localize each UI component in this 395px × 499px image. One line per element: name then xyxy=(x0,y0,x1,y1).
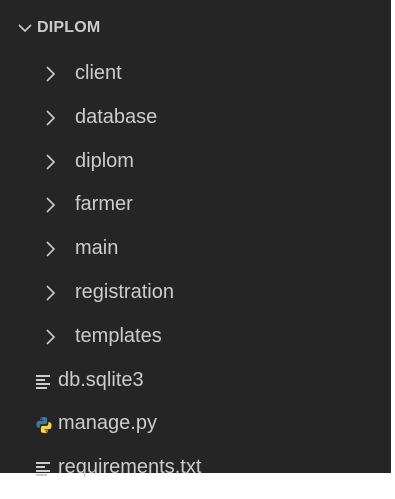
text-file-icon xyxy=(35,373,51,391)
file-db-sqlite3[interactable]: db.sqlite3 xyxy=(0,360,391,404)
folder-client[interactable]: client xyxy=(0,53,391,97)
folder-diplom[interactable]: diplom xyxy=(0,141,391,185)
python-file-icon xyxy=(35,416,52,434)
chevron-right-icon xyxy=(42,240,58,258)
folder-label: farmer xyxy=(75,193,133,216)
root-folder-diplom[interactable]: DIPLOM xyxy=(0,14,391,44)
folder-label: client xyxy=(75,62,122,84)
folder-templates[interactable]: templates xyxy=(0,316,391,360)
file-requirements-txt[interactable]: requirements.txt xyxy=(0,447,391,491)
folder-farmer[interactable]: farmer xyxy=(0,184,391,228)
chevron-right-icon xyxy=(42,65,58,83)
folder-database[interactable]: database xyxy=(0,97,391,141)
text-file-icon xyxy=(35,460,51,478)
chevron-down-icon xyxy=(18,23,32,33)
file-label: requirements.txt xyxy=(58,456,202,479)
explorer-panel: DIPLOM client database diplom farmer mai… xyxy=(0,0,391,478)
chevron-right-icon xyxy=(42,196,58,214)
folder-label: templates xyxy=(75,324,162,347)
folder-registration[interactable]: registration xyxy=(0,272,391,316)
folder-main[interactable]: main xyxy=(0,228,391,272)
file-manage-py[interactable]: manage.py xyxy=(0,403,391,447)
folder-label: registration xyxy=(75,280,174,303)
folder-label: main xyxy=(75,237,119,260)
chevron-right-icon xyxy=(42,284,58,302)
root-folder-label: DIPLOM xyxy=(37,19,101,36)
file-label: db.sqlite3 xyxy=(58,368,144,391)
chevron-right-icon xyxy=(42,109,58,127)
file-label: manage.py xyxy=(58,412,157,435)
folder-label: diplom xyxy=(75,149,134,172)
file-tree: client database diplom farmer main regis… xyxy=(0,53,391,491)
chevron-right-icon xyxy=(42,153,58,171)
chevron-right-icon xyxy=(42,328,58,346)
folder-label: database xyxy=(75,105,158,128)
